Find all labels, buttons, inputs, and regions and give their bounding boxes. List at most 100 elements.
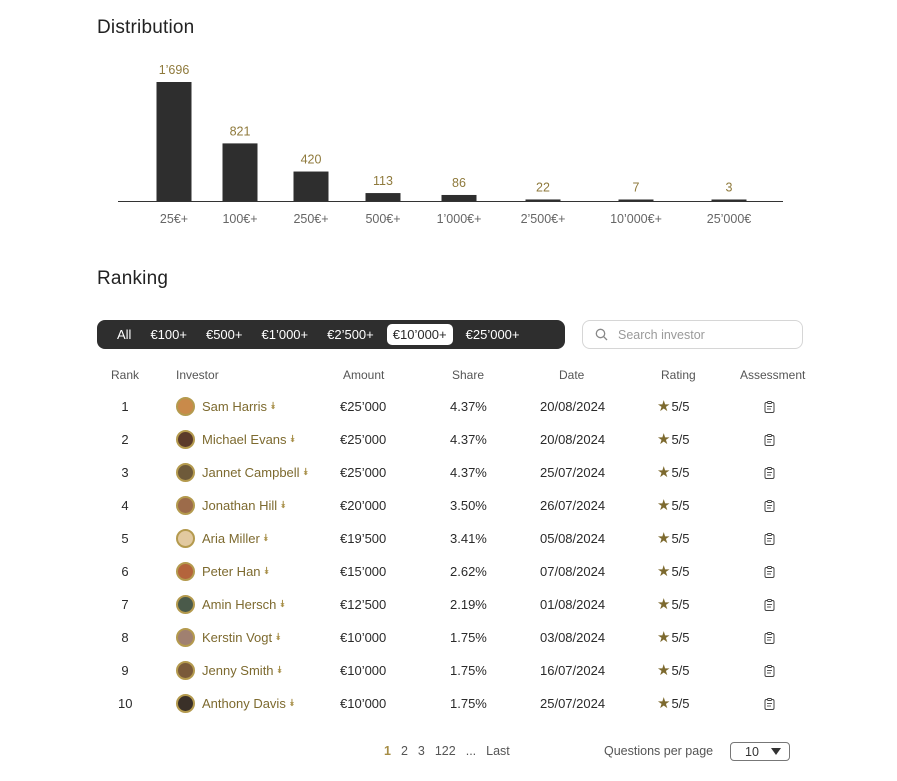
search-input[interactable] [618,327,788,342]
investor-name[interactable]: Jannet Campbell [202,456,300,489]
clipboard-icon[interactable] [764,532,775,545]
investor-cell[interactable]: Jannet Campbell ⯯ [176,456,309,489]
column-header-rating[interactable]: Rating [661,368,696,382]
star-icon: ★ [657,530,671,547]
assessment-cell[interactable] [764,390,775,423]
investor-name[interactable]: Aria Miller [202,522,260,555]
bar-value-label: 22 [536,180,550,194]
chevron-double-down-icon: ⯯ [288,698,295,709]
bar-7[interactable] [711,199,747,202]
investor-name[interactable]: Amin Hersch [202,588,276,621]
assessment-cell[interactable] [764,489,775,522]
investor-name[interactable]: Jenny Smith [202,654,274,687]
rating-value: 5/5 [671,663,690,678]
column-header-investor[interactable]: Investor [176,368,219,382]
investor-name[interactable]: Michael Evans [202,423,287,456]
clipboard-icon[interactable] [764,565,775,578]
clipboard-icon[interactable] [764,466,775,479]
filter-tab-6[interactable]: €25’000+ [460,324,526,345]
pagination-page[interactable]: 3 [418,744,425,758]
investor-name[interactable]: Sam Harris [202,390,267,423]
bar-2[interactable] [293,171,329,201]
column-header-rank[interactable]: Rank [111,368,139,382]
table-row[interactable]: 7 Amin Hersch ⯯ €12’500 2.19% 01/08/2024 ★ 5/5 [0,588,897,621]
pagination-last[interactable]: Last [486,744,510,758]
investor-cell[interactable]: Amin Hersch ⯯ [176,588,285,621]
clipboard-icon[interactable] [764,664,775,677]
investor-cell[interactable]: Aria Miller ⯯ [176,522,269,555]
filter-tab-1[interactable]: €100+ [144,324,193,345]
filter-tab-3[interactable]: €1’000+ [255,324,314,345]
column-header-assessment[interactable]: Assessment [740,368,805,382]
clipboard-icon[interactable] [764,598,775,611]
table-row[interactable]: 8 Kerstin Vogt ⯯ €10’000 1.75% 03/08/2024 ★ 5/5 [0,621,897,654]
table-row[interactable]: 5 Aria Miller ⯯ €19’500 3.41% 05/08/2024 ★ 5/5 [0,522,897,555]
investor-cell[interactable]: Peter Han ⯯ [176,555,270,588]
investor-cell[interactable]: Anthony Davis ⯯ [176,687,295,720]
column-header-date[interactable]: Date [559,368,584,382]
bar-3[interactable] [365,193,401,201]
star-icon: ★ [657,662,671,679]
table-row[interactable]: 9 Jenny Smith ⯯ €10’000 1.75% 16/07/2024 ★ 5/5 [0,654,897,687]
assessment-cell[interactable] [764,621,775,654]
investor-name[interactable]: Anthony Davis [202,687,286,720]
table-row[interactable]: 1 Sam Harris ⯯ €25’000 4.37% 20/08/2024 ★ 5/5 [0,390,897,423]
investor-cell[interactable]: Jonathan Hill ⯯ [176,489,286,522]
clipboard-icon[interactable] [764,697,775,710]
filter-tab-0[interactable]: All [111,324,137,345]
pagination-page[interactable]: 122 [435,744,456,758]
rating-cell: ★ 5/5 [657,522,690,555]
clipboard-icon[interactable] [764,400,775,413]
table-row[interactable]: 3 Jannet Campbell ⯯ €25’000 4.37% 25/07/2024 ★… [0,456,897,489]
chevron-double-down-icon: ⯯ [270,401,277,412]
share-cell: 2.19% [450,597,487,612]
column-header-amount[interactable]: Amount [343,368,384,382]
assessment-cell[interactable] [764,456,775,489]
investor-cell[interactable]: Sam Harris ⯯ [176,390,276,423]
pagination-page[interactable]: 2 [401,744,408,758]
table-row[interactable]: 6 Peter Han ⯯ €15’000 2.62% 07/08/2024 ★ 5/5 [0,555,897,588]
clipboard-icon[interactable] [764,631,775,644]
assessment-cell[interactable] [764,522,775,555]
clipboard-icon[interactable] [764,433,775,446]
filter-tab-4[interactable]: €2’500+ [321,324,380,345]
bar-5[interactable] [525,199,561,201]
column-header-share[interactable]: Share [452,368,484,382]
rating-cell: ★ 5/5 [657,423,690,456]
bar-1[interactable] [222,143,258,201]
per-page-select[interactable]: 10 [730,742,790,761]
rating-value: 5/5 [671,498,690,513]
x-tick-label: 100€+ [222,212,257,226]
investor-cell[interactable]: Kerstin Vogt ⯯ [176,621,281,654]
chevron-double-down-icon: ⯯ [279,599,286,610]
investor-name[interactable]: Kerstin Vogt [202,621,272,654]
bar-0[interactable] [156,82,192,201]
assessment-cell[interactable] [764,588,775,621]
rank-cell: 10 [118,696,133,711]
dropdown-arrow-icon [771,748,781,755]
investor-cell[interactable]: Michael Evans ⯯ [176,423,296,456]
assessment-cell[interactable] [764,687,775,720]
star-icon: ★ [657,497,671,514]
table-row[interactable]: 2 Michael Evans ⯯ €25’000 4.37% 20/08/2024 ★ 5/… [0,423,897,456]
filter-tab-2[interactable]: €500+ [200,324,249,345]
search-box[interactable] [582,320,803,349]
assessment-cell[interactable] [764,423,775,456]
investor-name[interactable]: Peter Han [202,555,261,588]
rating-value: 5/5 [671,399,690,414]
table-row[interactable]: 10 Anthony Davis ⯯ €10’000 1.75% 25/07/2024 ★ 5… [0,687,897,720]
clipboard-icon[interactable] [764,499,775,512]
table-row[interactable]: 4 Jonathan Hill ⯯ €20’000 3.50% 26/07/2024 ★ 5/… [0,489,897,522]
assessment-cell[interactable] [764,654,775,687]
bar-4[interactable] [441,194,477,201]
bar-value-label: 821 [230,124,251,138]
amount-cell: €10’000 [340,663,387,678]
pagination-page[interactable]: 1 [384,744,391,758]
assessment-cell[interactable] [764,555,775,588]
rating-value: 5/5 [671,465,690,480]
bar-6[interactable] [618,199,654,202]
investor-name[interactable]: Jonathan Hill [202,489,277,522]
investor-cell[interactable]: Jenny Smith ⯯ [176,654,283,687]
filter-tab-5[interactable]: €10’000+ [386,324,453,345]
chevron-double-down-icon: ⯯ [280,500,287,511]
